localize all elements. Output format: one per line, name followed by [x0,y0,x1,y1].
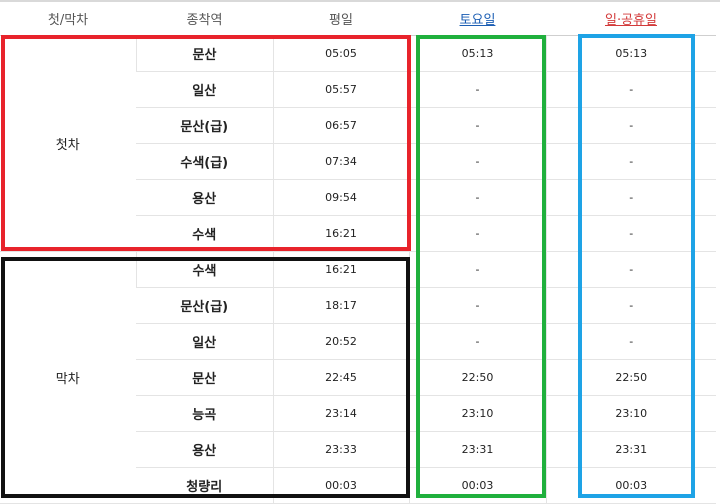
station-cell: 문산 [136,359,273,396]
station-cell: 수색(급) [136,143,273,180]
station-cell: 수색 [135,251,273,288]
weekday-time: 20:52 [272,323,409,360]
header-weekday: 평일 [273,2,409,36]
header-row: 첫/막차 종착역 평일 토요일 일·공휴일 [0,2,716,36]
weekday-time: 18:17 [272,287,409,324]
holiday-time: - [545,323,716,360]
holiday-time: 00:03 [545,467,716,504]
holiday-time: - [545,143,716,180]
holiday-time: - [545,215,716,252]
group-label-last: 막차 [0,251,136,504]
holiday-time: - [545,287,716,324]
saturday-time: 00:03 [408,467,546,504]
saturday-time: 22:50 [408,359,546,396]
holiday-time: - [545,71,716,108]
holiday-time: 22:50 [545,359,716,396]
weekday-time: 07:34 [272,143,409,180]
header-terminal-station: 종착역 [136,2,273,36]
weekday-time: 05:05 [272,35,409,72]
weekday-time: 06:57 [272,107,409,144]
station-cell: 일산 [136,323,273,360]
saturday-time: - [408,251,546,288]
station-cell: 수색 [136,215,273,252]
header-first-last: 첫/막차 [0,2,136,36]
station-cell: 청량리 [136,467,273,504]
group-label-first: 첫차 [0,35,136,252]
header-saturday-link[interactable]: 토요일 [409,2,546,36]
station-cell: 일산 [136,71,273,108]
station-cell: 문산(급) [136,107,273,144]
saturday-time: - [408,323,546,360]
station-cell: 용산 [136,179,273,216]
table-row: 첫차 문산 05:05 05:13 05:13 [0,35,716,252]
saturday-time: - [408,179,546,216]
station-cell: 능곡 [136,395,273,432]
weekday-time: 23:14 [272,395,409,432]
station-cell: 문산(급) [136,287,273,324]
saturday-time: - [408,143,546,180]
weekday-time: 16:21 [272,251,409,288]
holiday-time: - [545,179,716,216]
weekday-time: 09:54 [272,179,409,216]
holiday-time: - [545,107,716,144]
holiday-time: 23:10 [545,395,716,432]
weekday-time: 16:21 [272,215,409,252]
station-cell: 용산 [136,431,273,468]
weekday-time: 05:57 [272,71,409,108]
station-cell: 문산 [135,35,273,72]
saturday-time: - [408,287,546,324]
holiday-time: 23:31 [545,431,716,468]
saturday-time: 23:10 [408,395,546,432]
header-holiday-link[interactable]: 일·공휴일 [546,2,716,36]
saturday-time: 05:13 [408,35,546,72]
weekday-time: 22:45 [272,359,409,396]
timetable: 첫/막차 종착역 평일 토요일 일·공휴일 첫차 문산 05:05 05:13 … [0,2,716,504]
holiday-time: - [545,251,716,288]
saturday-time: - [408,71,546,108]
weekday-time: 23:33 [272,431,409,468]
table-row: 막차 수색 16:21 - - [0,251,716,504]
saturday-time: - [408,107,546,144]
saturday-time: 23:31 [408,431,546,468]
holiday-time: 05:13 [545,35,716,72]
weekday-time: 00:03 [272,467,409,504]
saturday-time: - [408,215,546,252]
